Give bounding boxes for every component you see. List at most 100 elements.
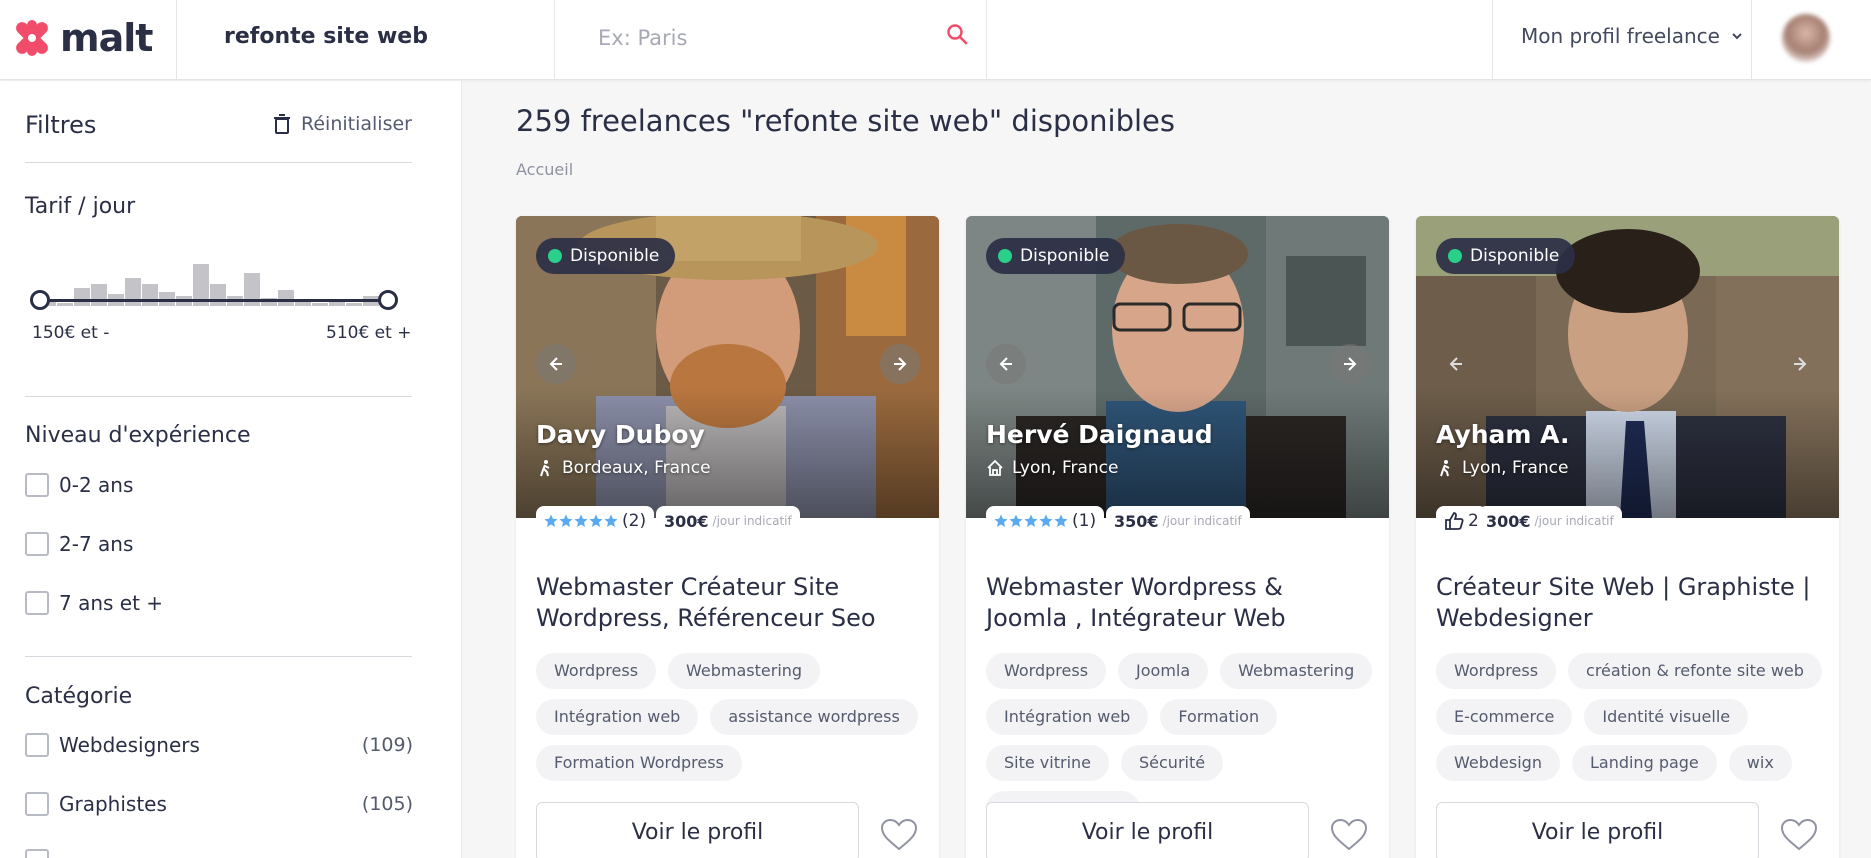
photo-gradient — [966, 388, 1389, 518]
heart-icon[interactable] — [1330, 818, 1368, 852]
skill-tag[interactable]: création & refonte site web — [1568, 653, 1822, 689]
profile-menu-dropdown[interactable]: Mon profil freelance — [1521, 24, 1744, 48]
freelancer-name[interactable]: Davy Duboy — [536, 420, 705, 449]
skill-tag[interactable]: Identité visuelle — [1584, 699, 1749, 735]
rate-slider-max-handle[interactable] — [378, 290, 398, 310]
availability-label: Disponible — [1470, 246, 1560, 266]
profile-menu-label: Mon profil freelance — [1521, 24, 1720, 48]
freelancer-name[interactable]: Hervé Daignaud — [986, 420, 1213, 449]
skill-tag[interactable]: Wordpress — [1436, 653, 1557, 689]
skill-tag[interactable]: Landing page — [1571, 745, 1717, 781]
checkbox[interactable] — [25, 849, 49, 858]
freelancer-name[interactable]: Ayham A. — [1436, 420, 1569, 449]
checkbox[interactable] — [25, 473, 49, 497]
experience-option-0-2[interactable]: 0-2 ans — [25, 473, 413, 497]
freelancer-headline[interactable]: Webmaster Wordpress & Joomla , Intégrate… — [986, 572, 1371, 634]
arrow-right-icon — [1344, 357, 1357, 371]
photo-gradient — [516, 388, 939, 518]
availability-label: Disponible — [570, 246, 660, 266]
malt-logo[interactable]: malt — [10, 12, 153, 64]
experience-option-2-7[interactable]: 2-7 ans — [25, 532, 413, 556]
freelancer-photo[interactable]: Disponible Ayham A. Lyon, France — [1416, 216, 1839, 518]
location-text: Bordeaux, France — [562, 458, 711, 478]
checkbox[interactable] — [25, 591, 49, 615]
star-icon — [1024, 514, 1038, 527]
available-dot-icon — [548, 249, 562, 263]
location-text: Lyon, France — [1462, 458, 1569, 478]
rate-pill: 300€ /jour indicatif — [1478, 506, 1622, 536]
category-option-next[interactable] — [25, 849, 413, 858]
checkbox[interactable] — [25, 532, 49, 556]
skill-tag[interactable]: assistance wordpress — [710, 699, 918, 735]
user-avatar[interactable] — [1782, 14, 1830, 62]
location-search-input[interactable] — [598, 18, 928, 58]
search-term[interactable]: refonte site web — [224, 24, 428, 49]
rate-filter-title: Tarif / jour — [25, 194, 136, 219]
search-icon[interactable] — [945, 22, 969, 46]
freelancer-card[interactable]: Disponible Davy Duboy Bordeaux, France (… — [516, 216, 939, 858]
checkbox[interactable] — [25, 792, 49, 816]
category-option-webdesigners[interactable]: Webdesigners (109) — [25, 733, 413, 757]
freelancer-headline[interactable]: Webmaster Créateur Site Wordpress, Référ… — [536, 572, 921, 634]
divider — [25, 396, 412, 397]
photo-prev-button[interactable] — [536, 344, 576, 384]
reset-filters-button[interactable]: Réinitialiser — [273, 113, 412, 135]
checkbox[interactable] — [25, 733, 49, 757]
freelancer-card[interactable]: Disponible Hervé Daignaud Lyon, France (… — [966, 216, 1389, 858]
freelancer-photo[interactable]: Disponible Hervé Daignaud Lyon, France — [966, 216, 1389, 518]
breadcrumb-home[interactable]: Accueil — [516, 160, 573, 179]
view-profile-button[interactable]: Voir le profil — [536, 802, 859, 858]
header-divider — [176, 0, 177, 80]
view-profile-button[interactable]: Voir le profil — [1436, 802, 1759, 858]
freelancer-photo[interactable]: Disponible Davy Duboy Bordeaux, France — [516, 216, 939, 518]
histogram-bar — [278, 290, 294, 306]
skill-tag[interactable]: wix — [1728, 745, 1792, 781]
category-option-graphistes[interactable]: Graphistes (105) — [25, 792, 413, 816]
rate-slider-track[interactable] — [40, 299, 390, 302]
malt-logo-icon — [16, 20, 48, 56]
skill-tag[interactable]: Formation Wordpress — [536, 745, 742, 781]
histogram-bar — [210, 284, 226, 306]
skill-tag[interactable]: Site vitrine — [986, 745, 1109, 781]
rating-stars — [544, 514, 618, 528]
daily-rate-unit: /jour indicatif — [1162, 514, 1242, 528]
photo-prev-button[interactable] — [1436, 344, 1476, 384]
availability-label: Disponible — [1020, 246, 1110, 266]
skill-tag[interactable]: Wordpress — [536, 653, 657, 689]
skill-tag[interactable]: E-commerce — [1436, 699, 1573, 735]
availability-badge: Disponible — [986, 238, 1126, 274]
rating-stars — [994, 514, 1068, 528]
skill-tag[interactable]: Wordpress — [986, 653, 1107, 689]
view-profile-button[interactable]: Voir le profil — [986, 802, 1309, 858]
rate-slider-min-handle[interactable] — [30, 290, 50, 310]
arrow-left-icon — [999, 357, 1012, 371]
skill-tag[interactable]: Joomla — [1118, 653, 1209, 689]
histogram-bar — [91, 284, 107, 306]
daily-rate-unit: /jour indicatif — [712, 514, 792, 528]
photo-next-button[interactable] — [880, 344, 920, 384]
heart-icon[interactable] — [1780, 818, 1818, 852]
checkbox-label: 2-7 ans — [59, 532, 134, 556]
skill-tag[interactable]: Webmastering — [1220, 653, 1373, 689]
freelancer-headline[interactable]: Créateur Site Web | Graphiste | Webdesig… — [1436, 572, 1821, 634]
heart-icon[interactable] — [880, 818, 918, 852]
skill-tag[interactable]: Formation — [1160, 699, 1278, 735]
star-icon — [544, 514, 558, 527]
location-text: Lyon, France — [1012, 458, 1119, 478]
experience-option-7-plus[interactable]: 7 ans et + — [25, 591, 413, 615]
experience-filter-title: Niveau d'expérience — [25, 423, 251, 448]
star-icon — [994, 514, 1008, 527]
freelancer-card[interactable]: Disponible Ayham A. Lyon, France 2 300€ … — [1416, 216, 1839, 858]
availability-badge: Disponible — [536, 238, 676, 274]
photo-next-button[interactable] — [1780, 344, 1820, 384]
skill-tag[interactable]: Sécurité — [1121, 745, 1224, 781]
skill-tag[interactable]: Webdesign — [1436, 745, 1560, 781]
skill-tag[interactable]: Intégration web — [536, 699, 699, 735]
skill-tag[interactable]: Webmastering — [668, 653, 821, 689]
star-icon — [1054, 514, 1068, 527]
category-filter-title: Catégorie — [25, 684, 133, 709]
photo-prev-button[interactable] — [986, 344, 1026, 384]
rating-count: (2) — [622, 511, 647, 531]
skill-tag[interactable]: Intégration web — [986, 699, 1149, 735]
photo-next-button[interactable] — [1330, 344, 1370, 384]
